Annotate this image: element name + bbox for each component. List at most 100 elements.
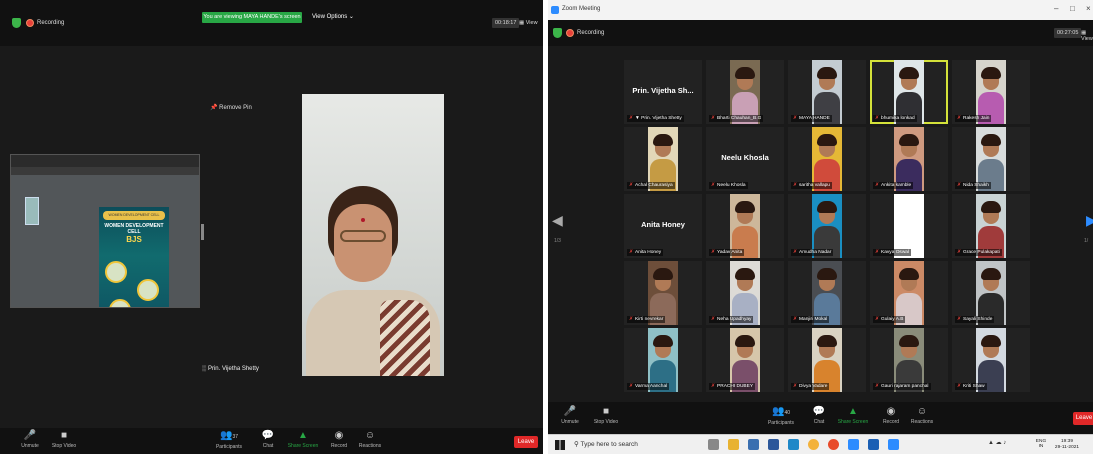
participant-tile[interactable]: ✗ Achal Chaurasiya bbox=[624, 127, 702, 191]
unmute-label: Unmute bbox=[561, 419, 579, 425]
reactions-icon: ☺ bbox=[364, 430, 376, 441]
participant-tile[interactable]: ✗ Kavya Oswal bbox=[870, 194, 948, 258]
participant-name-tag: ✗ Yadav Anita bbox=[709, 249, 745, 256]
participants-button[interactable]: 👥40 Participants bbox=[764, 406, 798, 426]
unmute-button[interactable]: 🎤 Unmute bbox=[16, 430, 44, 449]
stop-video-label: Stop Video bbox=[593, 419, 619, 425]
participant-name-tag: ✗ Gauri rajaram panchal bbox=[873, 383, 931, 390]
participant-tile[interactable]: ✗ saritha vallapu bbox=[788, 127, 866, 191]
stop-video-button[interactable]: ■ Stop Video bbox=[48, 430, 80, 449]
participant-name-tag: ✗ Kavya Oswal bbox=[873, 249, 912, 256]
unmute-button[interactable]: 🎤 Unmute bbox=[556, 406, 584, 425]
participant-tile[interactable]: ✗ Neha Upadhyay bbox=[706, 261, 784, 325]
stop-video-button[interactable]: ■ Stop Video bbox=[590, 406, 622, 425]
security-shield-icon[interactable] bbox=[553, 28, 562, 38]
participant-tile[interactable]: Anita Honey ✗ Anita Honey bbox=[624, 194, 702, 258]
participant-name-tag: ✗ Rakesh Jain bbox=[955, 115, 992, 122]
participant-tile[interactable]: ✗ Manjiri Mokal bbox=[788, 261, 866, 325]
view-options-button[interactable]: View Options ⌄ bbox=[312, 13, 354, 20]
participant-tile[interactable]: ✗ Gulaiy A.B bbox=[870, 261, 948, 325]
leave-button[interactable]: Leave bbox=[514, 436, 538, 448]
participant-name: Kriti Shaw bbox=[963, 384, 985, 389]
participant-name-tag: ✗ Achal Chaurasiya bbox=[627, 182, 675, 189]
zoom-taskbar-icon[interactable] bbox=[848, 439, 859, 450]
reactions-button[interactable]: ☺ Reactions bbox=[356, 430, 384, 449]
participant-tile[interactable]: ✗ Sayali Shinde bbox=[952, 261, 1030, 325]
participant-name-tag: ✗ Kirti nevrekar bbox=[627, 316, 666, 323]
participant-tile[interactable]: ✗ Gauri rajaram panchal bbox=[870, 328, 948, 392]
video-camera-icon: ■ bbox=[60, 430, 68, 441]
remove-pin-button[interactable]: 📌 Remove Pin bbox=[210, 104, 252, 111]
security-shield-icon[interactable] bbox=[12, 18, 21, 28]
participant-name: Kavya Oswal bbox=[881, 250, 910, 255]
participant-tile[interactable]: ✗ Rakesh Jain bbox=[952, 60, 1030, 124]
shared-screen[interactable]: WOMEN DEVELOPMENT CELL WOMEN DEVELOPMENT… bbox=[10, 154, 200, 308]
leave-button[interactable]: Leave bbox=[1073, 412, 1093, 425]
zoom-meeting-taskbar-icon[interactable] bbox=[888, 439, 899, 450]
participant-tile[interactable]: ✗ Bharti Chauhan_B.G bbox=[706, 60, 784, 124]
participant-name: Divya Vadare bbox=[799, 384, 828, 389]
taskbar-search-box[interactable]: ⚲ Type here to search bbox=[574, 438, 684, 452]
participant-hair bbox=[735, 268, 755, 280]
muted-mic-icon: ✗ bbox=[875, 317, 880, 322]
muted-mic-icon: ✗ bbox=[711, 384, 716, 389]
participant-tile[interactable]: ✗ MAYA HANDE bbox=[788, 60, 866, 124]
participant-tile[interactable]: ✗ Kirti nevrekar bbox=[624, 261, 702, 325]
word-icon[interactable] bbox=[768, 439, 779, 450]
participant-tile[interactable]: Prin. Vijetha Sh... ✗ ▼ Prin. Vijetha Shet… bbox=[624, 60, 702, 124]
record-label: Record bbox=[330, 443, 348, 449]
outlook-icon[interactable] bbox=[868, 439, 879, 450]
poster-photo-1 bbox=[105, 261, 127, 283]
taskbar-clock[interactable]: 19:39 29-11-2021 bbox=[1050, 439, 1084, 451]
participants-icon: 👥40 bbox=[771, 406, 790, 417]
participant-hair bbox=[981, 201, 1001, 213]
participant-tile[interactable]: ✗ bhumika lonkad bbox=[870, 60, 948, 124]
next-page-arrow-icon[interactable]: ▶ bbox=[1086, 212, 1093, 229]
browser-icon[interactable] bbox=[828, 439, 839, 450]
share-screen-button[interactable]: ▲ Share Screen bbox=[836, 406, 870, 425]
participant-tile[interactable]: Neelu Khosla ✗ Neelu Khosla bbox=[706, 127, 784, 191]
previous-page-arrow-icon[interactable]: ◀ bbox=[552, 212, 563, 229]
file-explorer-icon[interactable] bbox=[728, 439, 739, 450]
language-indicator[interactable]: ENG IN bbox=[1034, 439, 1048, 449]
participant-tile[interactable]: ✗ Amudha Nadar bbox=[788, 194, 866, 258]
share-screen-button[interactable]: ▲ Share Screen bbox=[286, 430, 320, 449]
participant-tile[interactable]: ✗ Varma Aanchal bbox=[624, 328, 702, 392]
view-button[interactable]: ▦ View bbox=[519, 20, 538, 26]
participant-hair bbox=[899, 67, 919, 79]
page-thumbnail bbox=[25, 197, 39, 225]
system-tray-icons[interactable]: ▲ ☁ ♪ bbox=[988, 439, 1028, 450]
participant-name: Gauri rajaram panchal bbox=[881, 384, 929, 389]
record-button[interactable]: ◉ Record bbox=[326, 430, 352, 449]
participant-tile[interactable]: ✗ Nida Shaikh bbox=[952, 127, 1030, 191]
left-zoom-window: Recording You are viewing MAYA HANDE's s… bbox=[0, 0, 543, 454]
store-icon[interactable] bbox=[748, 439, 759, 450]
participant-tile[interactable]: ✗ Ankita kamble bbox=[870, 127, 948, 191]
windows-start-icon[interactable] bbox=[555, 440, 565, 450]
chat-button[interactable]: 💬 Chat bbox=[808, 406, 830, 425]
record-button[interactable]: ◉ Record bbox=[878, 406, 904, 425]
participant-hair bbox=[735, 67, 755, 79]
participants-button[interactable]: 👥37 Participants bbox=[213, 430, 245, 450]
participant-name-tag: ✗ Bharti Chauhan_B.G bbox=[709, 115, 764, 122]
close-icon[interactable]: × bbox=[1086, 4, 1091, 13]
reactions-button[interactable]: ☺ Reactions bbox=[908, 406, 936, 425]
participant-tile[interactable]: ✗ Grace Pulakapati bbox=[952, 194, 1030, 258]
participant-tile[interactable]: ✗ PRACHI DUBEY bbox=[706, 328, 784, 392]
view-button[interactable]: ▦ View bbox=[1081, 30, 1093, 42]
participant-tile[interactable]: ✗ Kriti Shaw bbox=[952, 328, 1030, 392]
task-view-icon[interactable] bbox=[708, 439, 719, 450]
participant-tile[interactable]: ✗ Yadav Anita bbox=[706, 194, 784, 258]
speaker-name-tag: ░ Prin. Vijetha Shetty bbox=[202, 366, 259, 372]
chat-button[interactable]: 💬 Chat bbox=[257, 430, 279, 449]
app-icon[interactable] bbox=[788, 439, 799, 450]
share-screen-label: Share Screen bbox=[287, 443, 319, 449]
remove-pin-label: Remove Pin bbox=[219, 105, 252, 111]
chrome-icon[interactable] bbox=[808, 439, 819, 450]
active-speaker-video bbox=[302, 94, 444, 376]
minimize-icon[interactable]: – bbox=[1054, 4, 1058, 13]
participant-tile[interactable]: ✗ Divya Vadare bbox=[788, 328, 866, 392]
panel-divider-handle[interactable] bbox=[201, 224, 204, 240]
maximize-icon[interactable]: □ bbox=[1070, 4, 1075, 13]
participant-display-name: Anita Honey bbox=[641, 220, 685, 229]
